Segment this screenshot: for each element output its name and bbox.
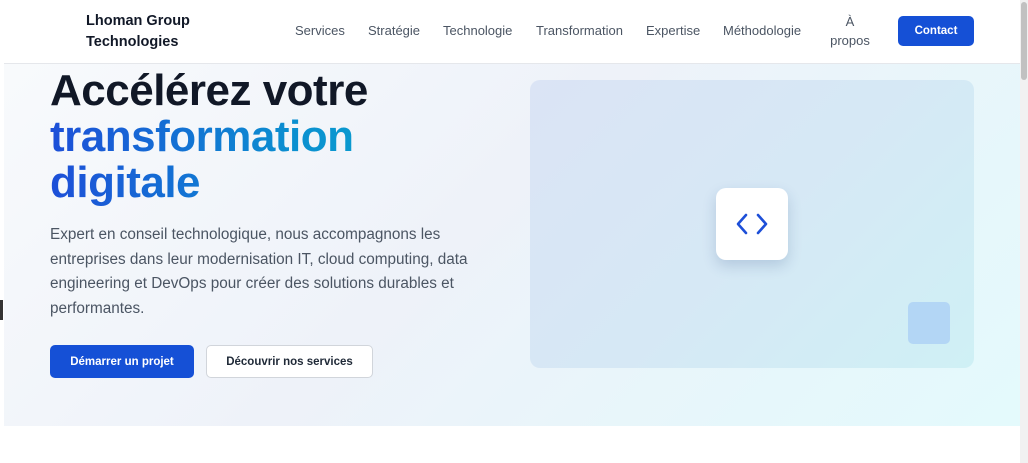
- brand-name[interactable]: Lhoman Group Technologies: [86, 11, 236, 53]
- nav-link-strategie[interactable]: Stratégie: [368, 23, 420, 38]
- code-tile: [716, 188, 788, 260]
- hero-title: Accélérez votre transformation digitale: [50, 68, 490, 206]
- nav-link-transformation[interactable]: Transformation: [536, 23, 623, 38]
- window-left-edge: [0, 0, 4, 463]
- nav-link-methodologie[interactable]: Méthodologie: [723, 23, 801, 38]
- nav-link-a-propos[interactable]: À propos: [828, 12, 872, 50]
- contact-button[interactable]: Contact: [898, 16, 974, 46]
- hero-section: Accélérez votre transformation digitale …: [4, 64, 1020, 426]
- hero-description: Expert en conseil technologique, nous ac…: [50, 226, 468, 317]
- hero-title-line3: digitale: [50, 160, 490, 206]
- page-scrollbar[interactable]: [1020, 0, 1028, 463]
- nav-link-services[interactable]: Services: [295, 23, 345, 38]
- edge-marker: [0, 300, 3, 320]
- hero-illustration-card: [530, 80, 974, 368]
- scrollbar-thumb[interactable]: [1021, 2, 1027, 80]
- next-section: [4, 426, 1020, 463]
- top-navigation: Lhoman Group Technologies Services Strat…: [4, 0, 1020, 64]
- decorative-square: [908, 302, 950, 344]
- nav-link-technologie[interactable]: Technologie: [443, 23, 512, 38]
- nav-link-expertise[interactable]: Expertise: [646, 23, 700, 38]
- start-project-button[interactable]: Démarrer un projet: [50, 345, 194, 378]
- discover-services-button[interactable]: Découvrir nos services: [206, 345, 373, 378]
- hero-title-line2: transformation: [50, 114, 490, 160]
- hero-title-line1: Accélérez votre: [50, 66, 368, 115]
- code-brackets-icon: [736, 213, 768, 235]
